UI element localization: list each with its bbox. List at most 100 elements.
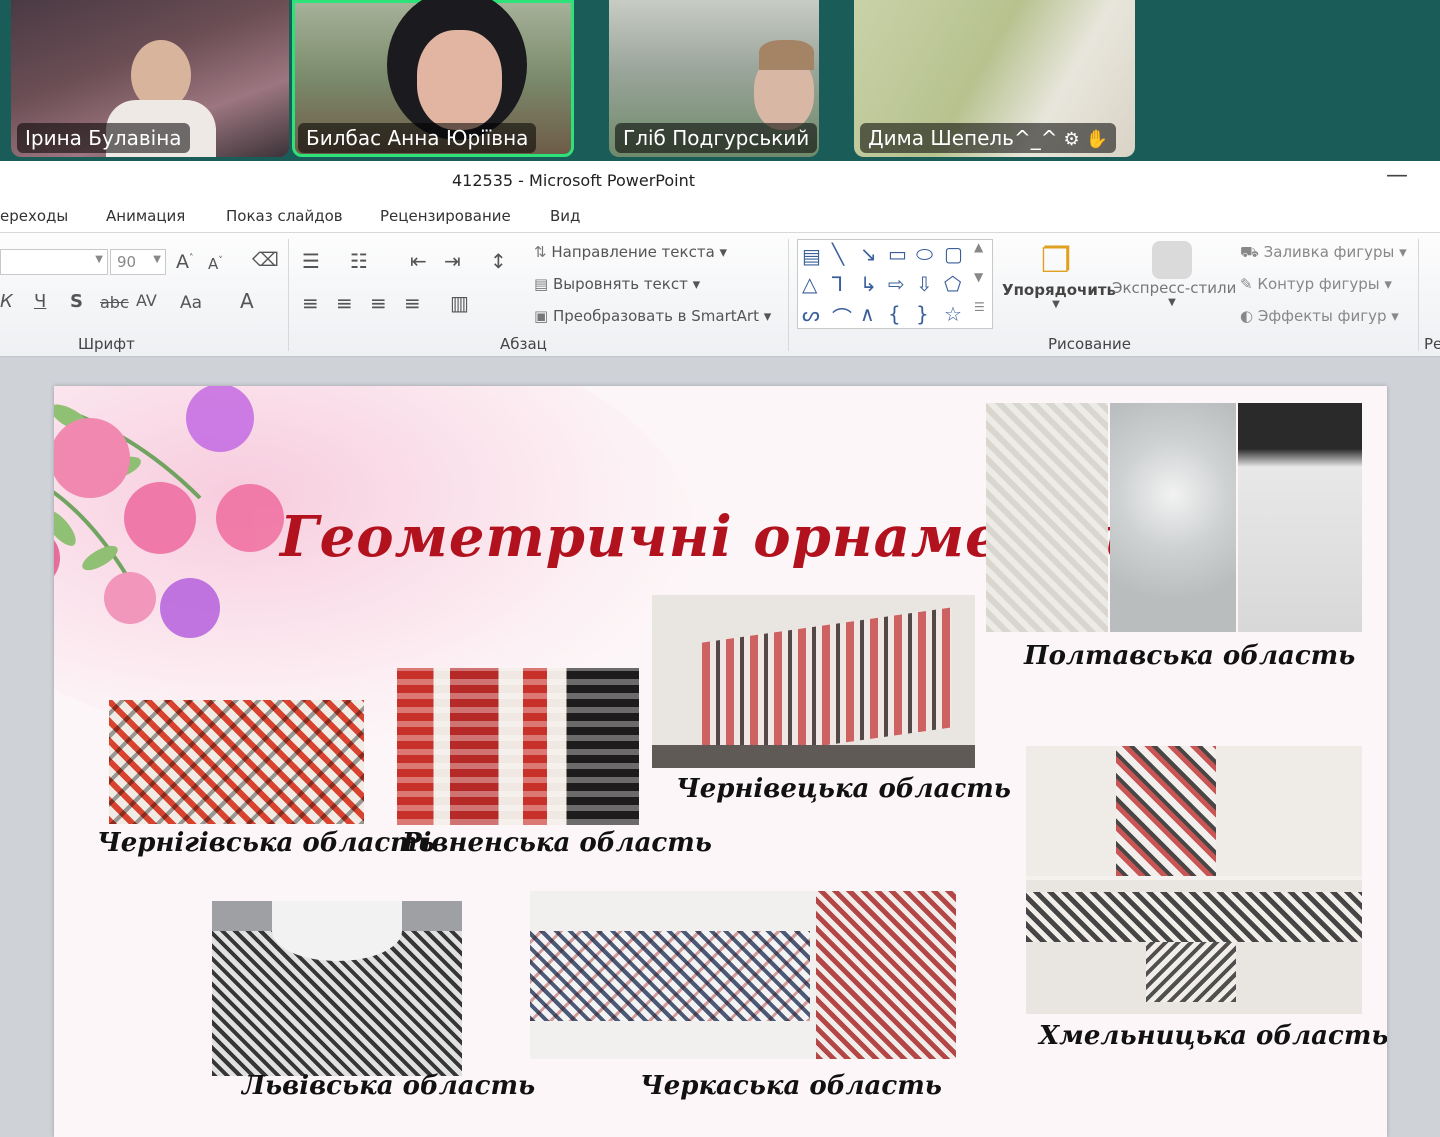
textbox-shape-icon[interactable]: ▤ bbox=[802, 244, 821, 268]
triangle-shape-icon[interactable]: △ bbox=[802, 272, 817, 296]
participant-name: Дима Шепель^_^ ⚙ ✋ bbox=[860, 123, 1117, 153]
arrange-icon: ❐ bbox=[1040, 241, 1072, 281]
grow-font-icon[interactable]: A˄ bbox=[176, 251, 194, 273]
align-center-icon[interactable]: ≡ bbox=[336, 291, 353, 315]
smartart-icon: ▣ bbox=[534, 307, 549, 325]
scribble-shape-icon[interactable]: ᔕ bbox=[802, 302, 820, 326]
participant-tile-3[interactable]: Гліб Подгурський bbox=[609, 0, 819, 157]
increase-indent-icon[interactable]: ⇥ bbox=[444, 249, 461, 273]
line-spacing-icon[interactable]: ↕ bbox=[490, 249, 507, 273]
justify-icon[interactable]: ≡ bbox=[404, 291, 421, 315]
participant-name: Ірина Булавіна bbox=[17, 123, 190, 153]
gallery-more-icon[interactable]: ☰ bbox=[974, 300, 985, 314]
text-direction-button[interactable]: ⇅ Направление текста ▾ bbox=[534, 243, 727, 261]
italic-icon[interactable]: К bbox=[0, 291, 13, 312]
right-arrow-shape-icon[interactable]: ⇨ bbox=[888, 272, 905, 296]
tab-view[interactable]: Вид bbox=[550, 207, 580, 225]
elbow-connector-icon[interactable]: ⅂ bbox=[832, 272, 843, 296]
participant-name: Гліб Подгурський bbox=[615, 123, 818, 153]
photo-khmelnytskyi[interactable] bbox=[1026, 746, 1362, 1014]
video-strip: Ірина Булавіна Билбас Анна Юріївна Гліб … bbox=[0, 0, 1440, 161]
left-brace-shape-icon[interactable]: { bbox=[888, 302, 901, 326]
line-shape-icon[interactable]: ╲ bbox=[832, 242, 844, 266]
title-bar: 412535 - Microsoft PowerPoint — bbox=[0, 161, 1440, 199]
convert-smartart-button[interactable]: ▣ Преобразовать в SmartArt ▾ bbox=[534, 307, 771, 325]
underline-icon[interactable]: Ч bbox=[34, 291, 46, 312]
ribbon: ▼ 90 ▼ A˄ A˅ ⌫ К Ч S abc AV Aa A Шрифт ☰ … bbox=[0, 233, 1440, 357]
group-label-paragraph: Абзац bbox=[500, 335, 547, 353]
rounded-rect-shape-icon[interactable]: ▢ bbox=[944, 242, 963, 266]
minimize-button[interactable]: — bbox=[1386, 163, 1408, 188]
freeform-shape-icon[interactable]: ⬠ bbox=[944, 272, 961, 296]
align-left-icon[interactable]: ≡ bbox=[302, 291, 319, 315]
caption-cherkasy: Черкаська область bbox=[640, 1071, 942, 1101]
rectangle-shape-icon[interactable]: ▭ bbox=[888, 242, 907, 266]
decrease-indent-icon[interactable]: ⇤ bbox=[410, 249, 427, 273]
font-name-combo[interactable]: ▼ bbox=[0, 249, 108, 275]
arrow-line-shape-icon[interactable]: ↘ bbox=[860, 242, 877, 266]
oval-shape-icon[interactable]: ⬭ bbox=[916, 242, 933, 266]
slide-workspace: Геометричні орнаменти Полтавська область… bbox=[0, 358, 1440, 1137]
gallery-up-icon[interactable]: ▲ bbox=[974, 240, 983, 254]
arc-shape-icon[interactable]: ⌒ bbox=[832, 302, 852, 331]
align-right-icon[interactable]: ≡ bbox=[370, 291, 387, 315]
elbow-arrow-icon[interactable]: ↳ bbox=[860, 272, 877, 296]
shrink-font-icon[interactable]: A˅ bbox=[208, 255, 223, 273]
participant-tile-4[interactable]: Дима Шепель^_^ ⚙ ✋ bbox=[854, 0, 1135, 157]
numbering-icon[interactable]: ☷ bbox=[350, 249, 368, 273]
curve-shape-icon[interactable]: ∧ bbox=[860, 302, 875, 326]
group-label-editing: Ре bbox=[1424, 335, 1440, 353]
align-text-icon: ▤ bbox=[534, 275, 549, 293]
caption-rivne: Рівненська область bbox=[402, 828, 712, 858]
quick-styles-icon bbox=[1152, 241, 1192, 279]
flower-decoration bbox=[54, 386, 284, 638]
clear-format-icon[interactable]: ⌫ bbox=[252, 249, 279, 271]
photo-chernivtsi[interactable] bbox=[652, 595, 975, 768]
tab-review[interactable]: Рецензирование bbox=[380, 207, 511, 225]
ribbon-tabs: ереходы Анимация Показ слайдов Рецензиро… bbox=[0, 199, 1440, 233]
caption-lviv: Львівська область bbox=[242, 1071, 536, 1101]
participant-name: Билбас Анна Юріївна bbox=[298, 123, 537, 153]
gallery-down-icon[interactable]: ▼ bbox=[974, 270, 983, 284]
participant-tile-2[interactable]: Билбас Анна Юріївна bbox=[292, 0, 574, 157]
change-case-icon[interactable]: Aa bbox=[180, 293, 202, 313]
shape-fill-button[interactable]: ⛟ Заливка фигуры ▾ bbox=[1240, 243, 1407, 263]
mic-muted-icon: ⚙ bbox=[1063, 129, 1080, 150]
caption-chernihiv: Чернігівська область bbox=[97, 828, 435, 858]
shapes-gallery[interactable]: ▤ ╲ ↘ ▭ ⬭ ▢ △ ⅂ ↳ ⇨ ⇩ ⬠ ᔕ ⌒ ∧ { } ☆ ▲ ▼ … bbox=[797, 239, 993, 331]
photo-rivne[interactable] bbox=[397, 668, 639, 825]
shape-effects-button[interactable]: ◐ Эффекты фигур ▾ bbox=[1240, 307, 1399, 325]
tab-transitions[interactable]: ереходы bbox=[0, 207, 68, 225]
font-size-combo[interactable]: 90 ▼ bbox=[110, 249, 166, 275]
tab-slideshow[interactable]: Показ слайдов bbox=[226, 207, 343, 225]
slide[interactable]: Геометричні орнаменти Полтавська область… bbox=[54, 386, 1387, 1137]
quick-styles-button[interactable]: Экспресс-стили ▼ bbox=[1112, 241, 1236, 308]
caption-khmelnytskyi: Хмельницька область bbox=[1039, 1021, 1387, 1051]
photo-lviv[interactable] bbox=[212, 901, 462, 1076]
photo-cherkasy[interactable] bbox=[530, 891, 956, 1059]
font-color-icon[interactable]: A bbox=[240, 289, 254, 313]
group-label-font: Шрифт bbox=[78, 335, 135, 353]
pen-icon: ✎ bbox=[1240, 275, 1253, 293]
down-arrow-shape-icon[interactable]: ⇩ bbox=[916, 272, 933, 296]
char-spacing-icon[interactable]: AV bbox=[136, 291, 157, 310]
bullets-icon[interactable]: ☰ bbox=[302, 249, 320, 273]
caption-chernivtsi: Чернівецька область bbox=[676, 774, 1011, 804]
strikethrough-icon[interactable]: abc bbox=[100, 293, 129, 312]
caption-poltava: Полтавська область bbox=[1024, 641, 1356, 671]
photo-poltava[interactable] bbox=[986, 403, 1362, 632]
participant-tile-1[interactable]: Ірина Булавіна bbox=[11, 0, 289, 157]
arrange-button[interactable]: ❐ Упорядочить ▼ bbox=[1002, 241, 1116, 310]
effects-icon: ◐ bbox=[1240, 307, 1254, 325]
columns-icon[interactable]: ▥ bbox=[450, 291, 469, 315]
photo-chernihiv[interactable] bbox=[109, 700, 364, 824]
star-shape-icon[interactable]: ☆ bbox=[944, 302, 962, 326]
align-text-button[interactable]: ▤ Выровнять текст ▾ bbox=[534, 275, 700, 293]
shape-outline-button[interactable]: ✎ Контур фигуры ▾ bbox=[1240, 275, 1392, 293]
shadow-icon[interactable]: S bbox=[70, 291, 83, 312]
paint-bucket-icon: ⛟ bbox=[1240, 243, 1259, 261]
right-brace-shape-icon[interactable]: } bbox=[916, 302, 929, 326]
tab-animation[interactable]: Анимация bbox=[106, 207, 185, 225]
text-direction-icon: ⇅ bbox=[534, 243, 547, 261]
window-title: 412535 - Microsoft PowerPoint bbox=[452, 171, 696, 190]
